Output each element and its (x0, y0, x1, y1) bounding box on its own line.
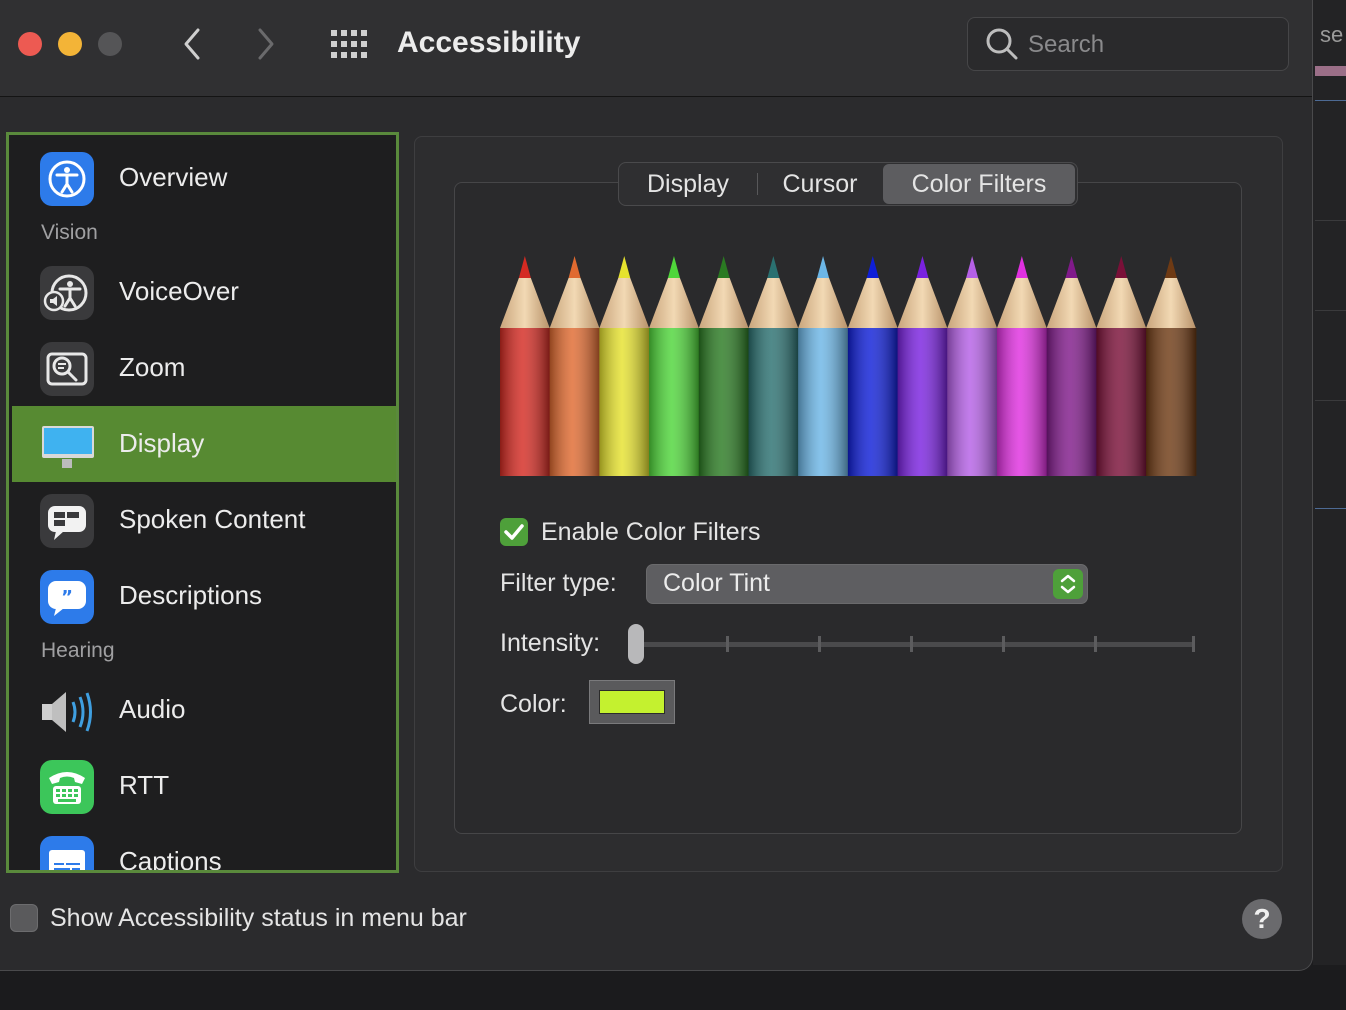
pencil (500, 256, 551, 476)
filter-type-label: Filter type: (500, 569, 617, 597)
enable-color-filters-label: Enable Color Filters (541, 518, 761, 546)
sidebar-item-descriptions[interactable]: ” Descriptions (12, 558, 396, 634)
sidebar-item-label: Captions (119, 846, 222, 873)
display-icon (40, 418, 94, 472)
sidebar-item-label: Display (119, 428, 205, 458)
background-divider (1315, 100, 1346, 101)
background-window-text: se (1320, 22, 1344, 47)
background-window: se (1313, 0, 1346, 965)
sidebar-item-rtt[interactable]: RTT (12, 748, 396, 824)
svg-text:”: ” (61, 587, 73, 608)
window-title: Accessibility (397, 26, 581, 59)
filter-type-popup[interactable]: Color Tint (646, 564, 1088, 604)
color-well-fill (599, 690, 665, 714)
chevron-right-icon (258, 28, 274, 60)
sidebar-item-captions[interactable]: Captions (12, 824, 396, 873)
pencil (748, 256, 799, 476)
rtt-phone-icon (40, 760, 94, 814)
accessibility-icon (40, 152, 94, 206)
sidebar-item-label: RTT (119, 770, 170, 800)
background-divider (1315, 400, 1346, 401)
color-well[interactable] (589, 680, 675, 724)
pencil (847, 256, 899, 476)
sidebar-item-spoken-content[interactable]: Spoken Content (12, 482, 396, 558)
title-bar: Accessibility Search (0, 0, 1312, 97)
show-all-button[interactable] (328, 24, 368, 64)
desktop-strip (0, 970, 1346, 1010)
background-divider (1315, 220, 1346, 221)
pencil (549, 256, 600, 476)
slider-tick (1192, 636, 1195, 652)
search-icon (986, 28, 1018, 60)
back-button[interactable] (172, 24, 212, 64)
pencil (897, 256, 948, 476)
pencil (997, 256, 1048, 476)
sidebar-item-zoom[interactable]: Zoom (12, 330, 396, 406)
background-divider (1315, 310, 1346, 311)
minimize-window-button[interactable] (58, 32, 82, 56)
sidebar-item-voiceover[interactable]: VoiceOver (12, 254, 396, 330)
help-button[interactable]: ? (1242, 899, 1282, 939)
pencil (947, 256, 998, 476)
zoom-window-button[interactable] (98, 32, 122, 56)
pencil (798, 256, 849, 476)
background-window-highlight (1315, 66, 1346, 76)
popup-stepper (1053, 569, 1083, 599)
slider-tick (726, 636, 729, 652)
pencil (698, 256, 749, 476)
background-divider (1315, 508, 1346, 509)
tab-bar[interactable]: Display Cursor Color Filters (618, 162, 1078, 206)
tab-display[interactable]: Display (619, 163, 757, 205)
sidebar-item-label: Descriptions (119, 580, 263, 610)
search-field[interactable]: Search (967, 17, 1289, 71)
intensity-slider-track[interactable] (632, 642, 1195, 647)
preferences-window: Accessibility Search Overview Vision Voi… (0, 0, 1313, 971)
pencil (1096, 256, 1147, 476)
sidebar-item-audio[interactable]: Audio (12, 672, 396, 748)
spoken-content-icon (40, 494, 94, 548)
search-placeholder: Search (1028, 31, 1105, 58)
pencil (599, 256, 650, 476)
sidebar-item-label: Spoken Content (119, 504, 306, 534)
slider-tick (1094, 636, 1097, 652)
speaker-icon (40, 684, 94, 738)
chevron-left-icon (184, 28, 200, 60)
close-window-button[interactable] (18, 32, 42, 56)
sidebar-item-label: Zoom (119, 352, 186, 382)
sidebar-item-label: VoiceOver (119, 276, 239, 306)
color-pencils-preview (500, 256, 1197, 476)
zoom-icon (40, 342, 94, 396)
intensity-slider-knob[interactable] (628, 624, 644, 664)
pencil (1046, 256, 1097, 476)
voiceover-icon (40, 266, 94, 320)
sidebar-item-display[interactable]: Display (12, 406, 396, 482)
tab-color-filters[interactable]: Color Filters (883, 164, 1075, 204)
tab-cursor[interactable]: Cursor (758, 163, 882, 205)
show-status-menu-checkbox[interactable] (10, 904, 38, 932)
grid-icon (331, 30, 367, 58)
sidebar-item-label: Audio (119, 694, 186, 724)
slider-tick (1002, 636, 1005, 652)
pencil (649, 256, 700, 476)
pencil (1146, 256, 1197, 476)
enable-color-filters-checkbox[interactable] (500, 518, 528, 546)
intensity-label: Intensity: (500, 629, 601, 657)
slider-tick (818, 636, 821, 652)
slider-tick (910, 636, 913, 652)
captions-icon (40, 836, 94, 870)
color-label: Color: (500, 690, 567, 718)
checkmark-icon (504, 524, 524, 540)
section-header-vision: Vision (41, 221, 98, 244)
filter-type-value: Color Tint (663, 569, 770, 597)
descriptions-icon: ” (40, 570, 94, 624)
chevron-updown-icon (1060, 574, 1076, 594)
forward-button[interactable] (246, 24, 286, 64)
sidebar[interactable]: Overview Vision VoiceOver Zoom Display S (6, 132, 399, 873)
sidebar-item-overview[interactable]: Overview (12, 140, 396, 216)
show-status-menu-label: Show Accessibility status in menu bar (50, 904, 467, 932)
sidebar-item-label: Overview (119, 162, 228, 192)
section-header-hearing: Hearing (41, 639, 115, 662)
